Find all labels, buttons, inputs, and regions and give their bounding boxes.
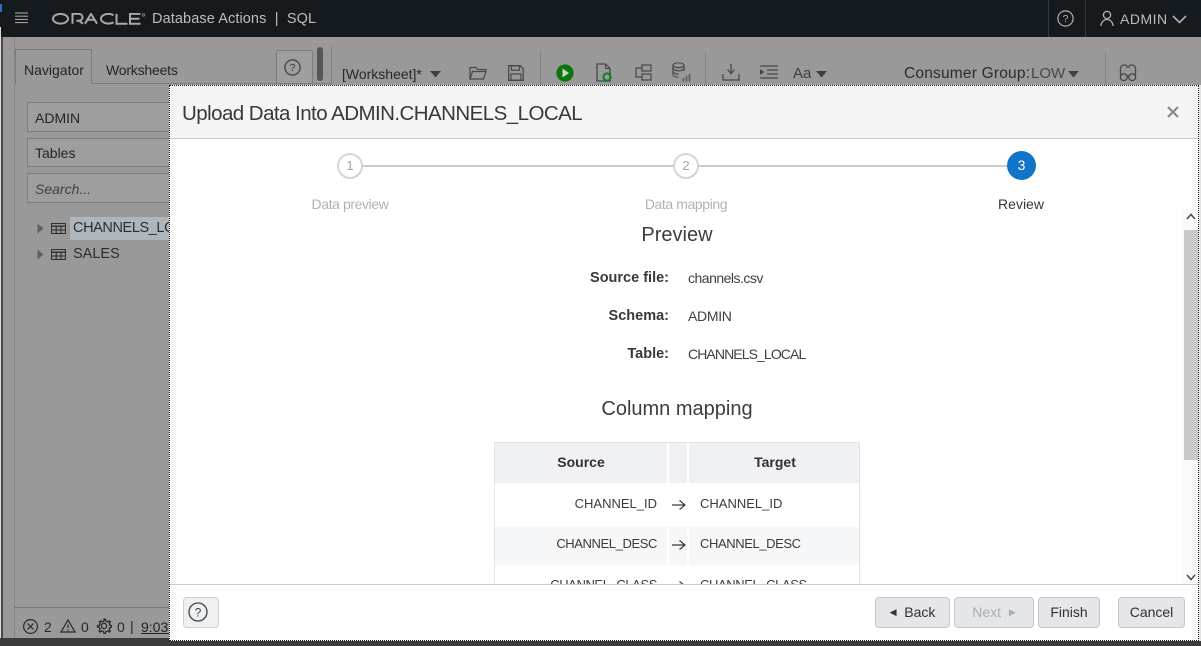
svg-text:?: ? <box>290 62 296 74</box>
svg-text:?: ? <box>195 606 202 620</box>
svg-text:?: ? <box>1063 13 1069 25</box>
